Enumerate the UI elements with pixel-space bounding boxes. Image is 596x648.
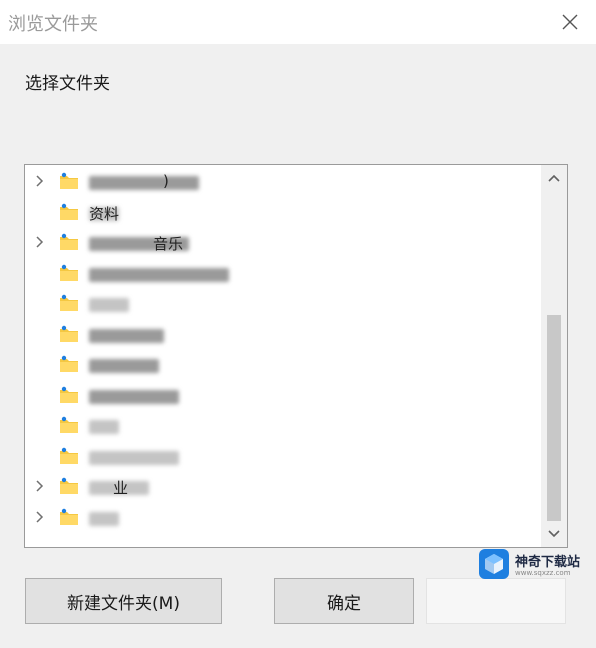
redacted-folder-name (89, 511, 119, 526)
tree-row[interactable] (25, 320, 540, 350)
cancel-button[interactable] (426, 578, 566, 624)
folder-icon (60, 447, 78, 464)
scrollbar-thumb[interactable] (547, 315, 561, 521)
watermark-url: www.sqxzz.com (515, 569, 571, 577)
tree-row[interactable]: ) (25, 167, 540, 197)
tree-row[interactable] (25, 411, 540, 441)
folder-icon (60, 477, 78, 494)
cube-icon (479, 549, 509, 579)
tree-row[interactable]: 音乐 (25, 228, 540, 258)
close-button[interactable] (554, 6, 586, 38)
folder-icon (60, 416, 78, 433)
scroll-up-button[interactable] (541, 165, 567, 191)
redacted-folder-name (89, 298, 129, 312)
tree-row-label: 资料 (89, 204, 120, 223)
folder-icon (60, 264, 78, 281)
dialog-prompt: 选择文件夹 (25, 74, 110, 94)
folder-icon (60, 386, 78, 403)
folder-icon (60, 325, 78, 342)
chevron-down-icon (548, 530, 560, 538)
chevron-right-icon[interactable] (32, 479, 46, 493)
redacted-folder-name (89, 359, 159, 373)
chevron-right-icon[interactable] (32, 235, 46, 249)
folder-tree[interactable]: ) 资料音乐业 (24, 164, 568, 548)
tree-row[interactable] (25, 350, 540, 380)
chevron-right-icon[interactable] (32, 510, 46, 524)
tree-row[interactable]: 资料 (25, 198, 540, 228)
tree-row[interactable] (25, 259, 540, 289)
folder-icon (60, 172, 78, 189)
chevron-right-icon[interactable] (32, 174, 46, 188)
tree-row-label: 音乐 (153, 235, 184, 253)
scroll-down-button[interactable] (541, 521, 567, 547)
folder-icon (60, 355, 78, 372)
watermark-logo: 神奇下载站 www.sqxzz.com (479, 545, 593, 581)
watermark-name: 神奇下载站 (515, 555, 581, 570)
tree-row[interactable] (25, 442, 540, 472)
tree-row-label: ) (163, 172, 169, 190)
folder-icon (60, 233, 78, 250)
vertical-scrollbar[interactable] (541, 165, 567, 547)
window-title: 浏览文件夹 (8, 14, 98, 35)
redacted-folder-name (89, 389, 179, 404)
tree-row-label: 业 (113, 479, 129, 497)
redacted-folder-name (89, 420, 119, 434)
tree-row[interactable]: 业 (25, 472, 540, 502)
close-icon (562, 14, 578, 30)
folder-icon (60, 203, 78, 220)
redacted-folder-name (89, 328, 164, 343)
new-folder-button[interactable]: 新建文件夹(M) (25, 578, 222, 624)
redacted-folder-name (89, 176, 199, 190)
tree-row[interactable] (25, 289, 540, 319)
folder-icon (60, 508, 78, 525)
chevron-up-icon (548, 174, 560, 182)
title-bar: 浏览文件夹 (0, 0, 596, 44)
tree-row[interactable] (25, 503, 540, 533)
ok-button[interactable]: 确定 (274, 578, 414, 624)
redacted-folder-name (89, 450, 179, 465)
tree-row[interactable] (25, 381, 540, 411)
redacted-folder-name (89, 267, 229, 282)
folder-icon (60, 294, 78, 311)
